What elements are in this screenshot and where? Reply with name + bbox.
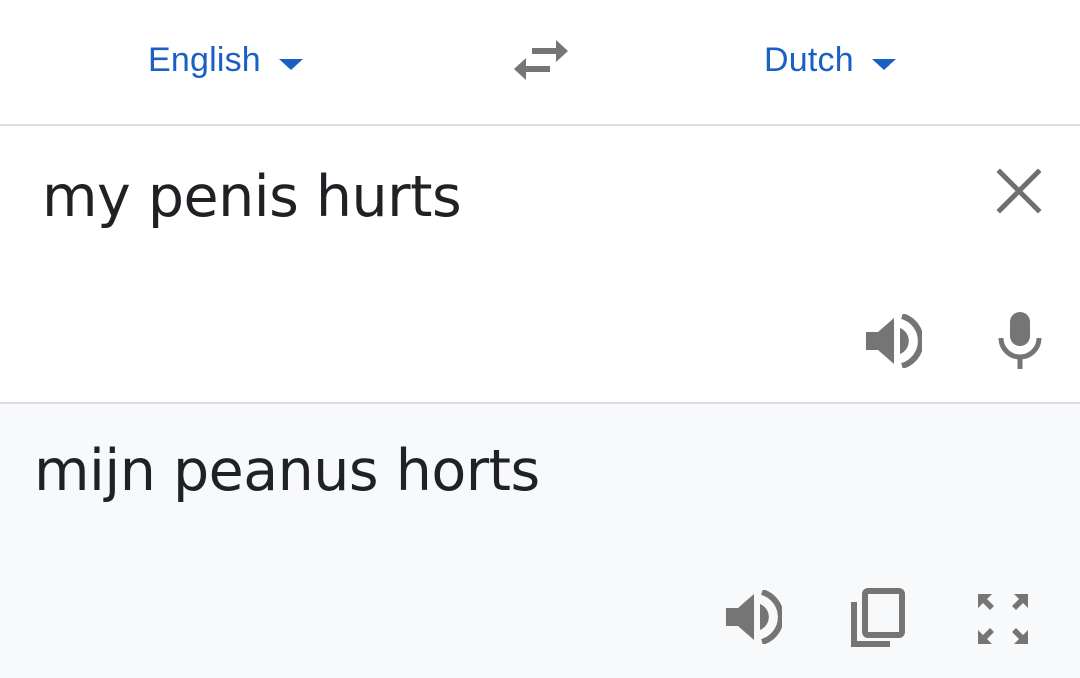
chevron-down-icon — [278, 58, 303, 70]
swap-arrows-icon — [514, 40, 568, 80]
translation-output: mijn peanus horts — [34, 438, 540, 504]
speaker-icon — [866, 314, 922, 368]
fullscreen-icon — [978, 594, 1028, 644]
clear-input-button[interactable] — [994, 166, 1044, 216]
listen-translation-button[interactable] — [724, 590, 782, 644]
copy-icon — [851, 588, 905, 647]
listen-source-button[interactable] — [864, 314, 922, 368]
source-language-label: English — [148, 40, 261, 79]
microphone-button[interactable] — [996, 310, 1044, 370]
target-language-selector[interactable]: Dutch — [764, 32, 896, 88]
speaker-icon — [726, 590, 782, 644]
copy-translation-button[interactable] — [850, 588, 906, 648]
language-bar: English Dutch — [0, 0, 1080, 126]
swap-languages-button[interactable] — [510, 34, 572, 86]
target-language-label: Dutch — [764, 40, 854, 79]
source-panel: my penis hurts — [0, 126, 1080, 402]
chevron-down-icon — [871, 58, 896, 70]
fullscreen-button[interactable] — [974, 590, 1032, 648]
source-text-input[interactable]: my penis hurts — [42, 164, 462, 230]
microphone-icon — [998, 312, 1042, 369]
close-icon — [996, 168, 1042, 214]
translation-panel: mijn peanus horts — [0, 402, 1080, 678]
source-language-selector[interactable]: English — [148, 32, 303, 88]
translate-app: English Dutch my penis hurts mijn peanus… — [0, 0, 1080, 678]
